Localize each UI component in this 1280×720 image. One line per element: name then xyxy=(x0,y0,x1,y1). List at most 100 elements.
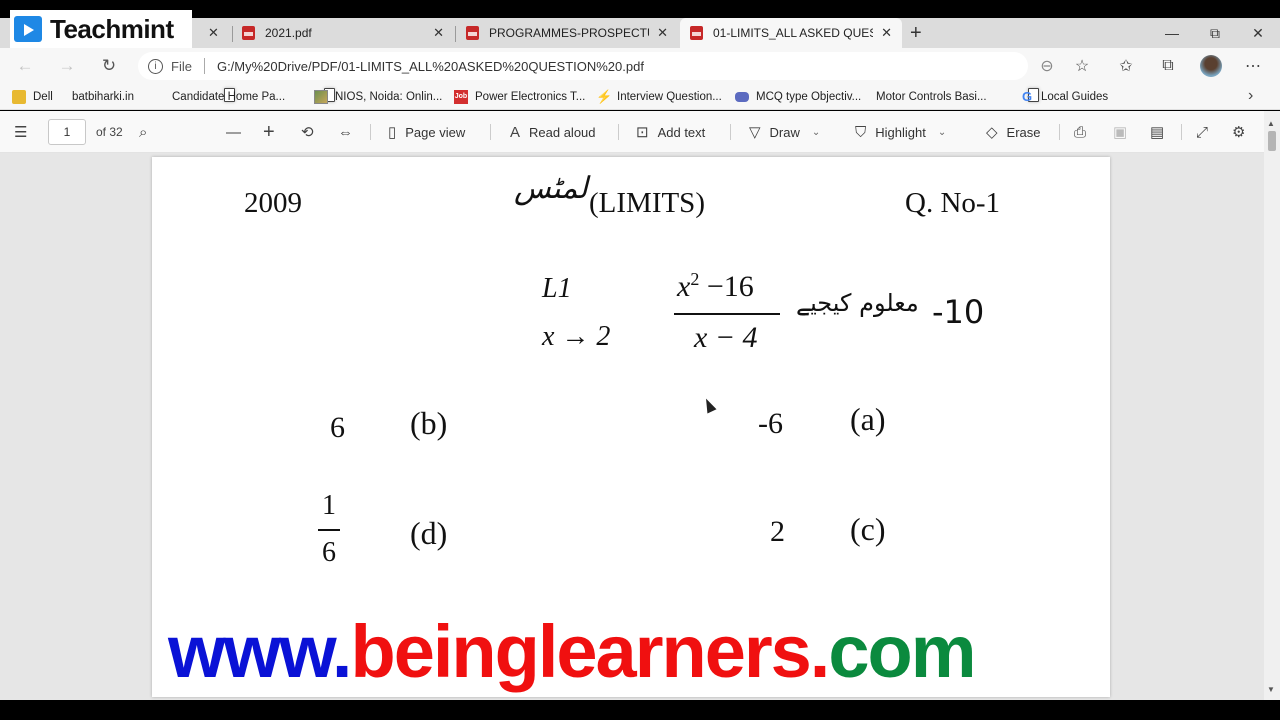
option-a-value: -6 xyxy=(758,407,783,440)
bookmark-motor-controls[interactable]: Motor Controls Basi... xyxy=(876,84,1039,110)
teachmint-brand-text: Teachmint xyxy=(50,13,174,44)
close-window-button[interactable]: ✕ xyxy=(1236,18,1280,48)
exam-year: 2009 xyxy=(244,187,302,219)
page-number-input[interactable]: 1 xyxy=(48,119,86,145)
profile-avatar[interactable] xyxy=(1200,55,1222,77)
question-serial: -10 xyxy=(932,293,985,331)
fullscreen-button[interactable]: ⤢ xyxy=(1196,111,1217,153)
erase-button[interactable]: ◇ Erase xyxy=(986,111,1041,153)
pdf-file-icon xyxy=(690,26,703,40)
option-b-label: (b) xyxy=(410,405,448,441)
refresh-button[interactable]: ↻ xyxy=(96,54,122,78)
tab-2021-pdf[interactable]: 2021.pdf ✕ xyxy=(232,18,454,48)
chevron-down-icon[interactable]: ⌄ xyxy=(938,127,946,138)
save-button[interactable]: ▣ xyxy=(1113,111,1136,153)
minus-icon: — xyxy=(226,123,241,141)
info-icon[interactable]: i xyxy=(148,58,163,74)
tab-close-icon[interactable]: ✕ xyxy=(657,25,668,41)
highlight-label: Highlight xyxy=(875,124,926,140)
tab-teachmint-hidden[interactable]: ✕ xyxy=(190,18,230,48)
limit-label: L1 xyxy=(542,273,572,304)
rotate-button[interactable]: ⟲ xyxy=(301,111,323,153)
scheme-label: File xyxy=(171,58,192,74)
bookmark-power-electronics[interactable]: Job Power Electronics T... xyxy=(454,84,585,110)
fraction-numerator: x2 −16 xyxy=(677,269,754,304)
question-number-header: Q. No-1 xyxy=(905,187,1001,219)
minimize-button[interactable]: — xyxy=(1150,18,1194,48)
tab-title: 2021.pdf xyxy=(265,26,312,40)
contents-button[interactable]: ☰ xyxy=(14,111,36,153)
fit-width-icon: ⇔ xyxy=(338,123,353,141)
bookmark-interview-question[interactable]: ⚡ Interview Question... xyxy=(596,84,722,110)
read-aloud-icon: A xyxy=(510,123,521,141)
vertical-scrollbar[interactable]: ▲ ▼ xyxy=(1264,111,1280,700)
draw-button[interactable]: ▽ Draw ⌄ xyxy=(749,111,820,153)
plus-icon: + xyxy=(263,120,275,143)
folder-icon xyxy=(12,90,26,104)
zoom-out-button[interactable]: — xyxy=(226,111,250,153)
back-button[interactable]: ← xyxy=(12,54,38,78)
zoom-out-icon[interactable]: ⊖ xyxy=(1037,56,1057,76)
more-options-icon[interactable]: ⋯ xyxy=(1243,56,1263,76)
tab-close-icon[interactable]: ✕ xyxy=(208,25,219,41)
pdf-toolbar: ☰ 1 of 32 ⌕ — + ⟲ ⇔ ▯ Page view A Read alo… xyxy=(0,111,1280,153)
fit-width-button[interactable]: ⇔ xyxy=(338,111,362,153)
save-as-button[interactable]: ▤ xyxy=(1150,111,1173,153)
rotate-icon: ⟲ xyxy=(301,124,314,141)
gear-icon: ⚙ xyxy=(1232,124,1246,141)
chevron-down-icon[interactable]: ⌄ xyxy=(812,127,820,138)
option-d-denominator: 6 xyxy=(322,537,336,568)
find-button[interactable]: ⌕ xyxy=(139,111,156,153)
pdf-viewer-area: 2009 لمٹس (LIMITS) Q. No-1 L1 x → 2 x2 −… xyxy=(0,153,1280,700)
toolbar-separator xyxy=(370,124,371,140)
pdf-file-icon xyxy=(466,26,479,40)
bookmark-dell[interactable]: Dell xyxy=(12,84,53,110)
add-favorite-icon[interactable]: ☆ xyxy=(1072,56,1092,76)
add-text-button[interactable]: ⊡ Add text xyxy=(636,111,705,153)
option-b-value: 6 xyxy=(330,411,345,444)
address-input[interactable]: i File G:/My%20Drive/PDF/01-LIMITS_ALL%2… xyxy=(138,52,1028,80)
collections-icon[interactable]: ⧉ xyxy=(1158,56,1178,76)
address-bar-row: ← → ↻ i File G:/My%20Drive/PDF/01-LIMITS… xyxy=(0,48,1280,84)
tab-programmes-prospectus[interactable]: PROGRAMMES-PROSPECTUS-20 ✕ xyxy=(456,18,678,48)
scroll-up-arrow-icon[interactable]: ▲ xyxy=(1267,119,1275,128)
print-icon: ⎙ xyxy=(1074,123,1087,141)
tab-title: 01-LIMITS_ALL ASKED QUESTIO xyxy=(713,26,873,40)
url-text[interactable]: G:/My%20Drive/PDF/01-LIMITS_ALL%20ASKED%… xyxy=(217,59,644,74)
print-button[interactable]: ⎙ xyxy=(1074,111,1095,153)
bookmark-mcq[interactable]: MCQ type Objectiv... xyxy=(735,84,861,110)
tab-limits-pdf-active[interactable]: 01-LIMITS_ALL ASKED QUESTIO ✕ xyxy=(680,18,902,48)
expand-icon: ⤢ xyxy=(1196,123,1209,141)
eraser-icon: ◇ xyxy=(986,124,998,141)
bookmark-local-guides[interactable]: G Local Guides xyxy=(1020,84,1108,110)
job-icon: Job xyxy=(454,90,468,104)
read-aloud-button[interactable]: A Read aloud xyxy=(510,111,596,153)
option-c-label: (c) xyxy=(850,511,886,547)
tab-title: PROGRAMMES-PROSPECTUS-20 xyxy=(489,26,649,40)
page-view-button[interactable]: ▯ Page view xyxy=(388,111,465,153)
toolbar-separator xyxy=(490,124,491,140)
option-a-label: (a) xyxy=(850,401,886,437)
scrollbar-thumb[interactable] xyxy=(1268,131,1276,151)
zoom-in-button[interactable]: + xyxy=(263,111,284,153)
bookmark-nios[interactable]: NIOS, Noida: Onlin... xyxy=(314,84,442,110)
favorites-icon[interactable]: ✩ xyxy=(1116,56,1136,76)
highlight-button[interactable]: ⛉ Highlight ⌄ xyxy=(855,111,946,153)
numerator-constant: −16 xyxy=(699,270,754,303)
bookmark-candidate-home[interactable]: Candidate Home Pa... xyxy=(172,84,335,110)
bookmark-label: Motor Controls Basi... xyxy=(876,91,987,103)
scroll-down-arrow-icon[interactable]: ▼ xyxy=(1267,685,1275,694)
restore-button[interactable]: ⧉ xyxy=(1193,18,1237,48)
tab-close-icon[interactable]: ✕ xyxy=(881,25,892,41)
text-box-icon: ⊡ xyxy=(636,124,649,141)
bookmark-batbiharki[interactable]: batbiharki.in xyxy=(72,84,235,110)
settings-button[interactable]: ⚙ xyxy=(1232,111,1254,153)
new-tab-button[interactable]: + xyxy=(910,22,922,45)
bookmarks-overflow-chevron-icon[interactable]: › xyxy=(1248,87,1253,105)
forward-button[interactable]: → xyxy=(54,54,80,78)
toolbar-separator xyxy=(618,124,619,140)
page-total: of 32 xyxy=(96,125,123,139)
tab-close-icon[interactable]: ✕ xyxy=(433,25,444,41)
fraction-denominator: x − 4 xyxy=(694,321,758,354)
screen-top-bar xyxy=(0,0,1280,18)
